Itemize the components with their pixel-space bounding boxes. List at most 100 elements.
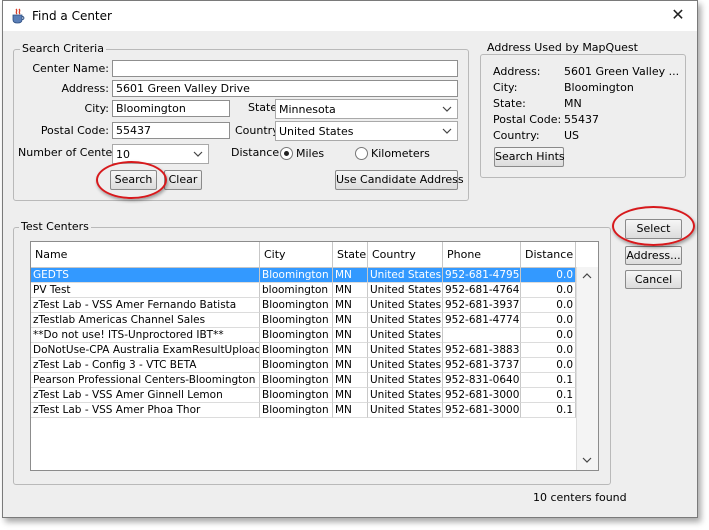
cell-name: Pearson Professional Centers-Bloomington…	[31, 373, 260, 388]
table-row[interactable]: **Do not use! ITS-Unproctored IBT** Bloom…	[31, 328, 576, 343]
cell-phone: 952-681-3000	[443, 403, 521, 418]
cell-country: United States	[368, 358, 443, 373]
cell-city: Bloomington	[260, 388, 333, 403]
cell-phone	[443, 328, 521, 343]
cancel-button[interactable]: Cancel	[625, 270, 682, 289]
cell-country: United States	[368, 298, 443, 313]
miles-radio[interactable]	[280, 147, 293, 160]
cell-phone: 952-681-3000	[443, 388, 521, 403]
cell-distance: 0.0	[521, 343, 576, 358]
search-highlight-circle	[96, 161, 167, 199]
mq-city-label: City:	[493, 81, 518, 94]
column-header-phone[interactable]: Phone	[443, 242, 521, 267]
search-hints-button[interactable]: Search Hints	[494, 147, 565, 167]
column-header-distance[interactable]: Distance	[521, 242, 576, 267]
title-bar: Find a Center ✕	[3, 1, 697, 31]
cell-city: Bloomington	[260, 343, 333, 358]
cell-distance: 0.0	[521, 283, 576, 298]
chevron-down-icon	[442, 128, 452, 134]
mq-country-label: Country:	[493, 129, 540, 142]
clear-button[interactable]: Clear	[164, 170, 202, 190]
mq-state-value: MN	[564, 97, 582, 110]
address-label: Address:	[61, 82, 109, 95]
state-value: Minnesota	[279, 103, 336, 116]
cell-phone: 952-681-4795	[443, 268, 521, 283]
scroll-up-arrow-icon[interactable]	[582, 272, 592, 280]
address-input[interactable]: 5601 Green Valley Drive	[112, 80, 458, 97]
cell-country: United States	[368, 283, 443, 298]
column-header-city[interactable]: City	[260, 242, 333, 267]
cell-name: zTest Lab - VSS Amer Fernando Batista	[31, 298, 260, 313]
kilometers-radio[interactable]	[355, 147, 368, 160]
table-row[interactable]: Pearson Professional Centers-Bloomington…	[31, 373, 576, 388]
cell-country: United States	[368, 388, 443, 403]
cell-state: MN	[333, 283, 368, 298]
city-input[interactable]: Bloomington	[112, 100, 230, 117]
table-row[interactable]: DoNotUse-CPA Australia ExamResultUpload B…	[31, 343, 576, 358]
cell-distance: 0.1	[521, 373, 576, 388]
mq-address-label: Address:	[493, 65, 541, 78]
column-header-country[interactable]: Country	[368, 242, 443, 267]
center-name-label: Center Name:	[32, 62, 109, 75]
city-label: City:	[84, 102, 109, 115]
cell-name: GEDTS	[31, 268, 260, 283]
window-title: Find a Center	[32, 9, 112, 23]
mq-postal-value: 55437	[564, 113, 599, 126]
cell-phone: 952-681-4774	[443, 313, 521, 328]
vertical-scrollbar[interactable]	[576, 267, 598, 470]
cell-state: MN	[333, 388, 368, 403]
cell-city: Bloomington	[260, 313, 333, 328]
column-header-name[interactable]: Name	[31, 242, 260, 267]
cell-state: MN	[333, 403, 368, 418]
use-candidate-address-button[interactable]: Use Candidate Address	[335, 170, 464, 190]
cell-country: United States	[368, 403, 443, 418]
table-row[interactable]: PV Test bloomington MN United States 952-681…	[31, 283, 576, 298]
address-button[interactable]: Address...	[625, 246, 682, 265]
cell-city: Bloomington	[260, 328, 333, 343]
cell-distance: 0.0	[521, 358, 576, 373]
cell-city: Bloomington	[260, 298, 333, 313]
table-row[interactable]: zTest Lab - VSS Amer Ginnell Lemon Bloomi…	[31, 388, 576, 403]
close-icon[interactable]: ✕	[667, 5, 689, 25]
cell-state: MN	[333, 313, 368, 328]
cell-distance: 0.1	[521, 388, 576, 403]
postal-code-input[interactable]: 55437	[112, 122, 230, 139]
state-select[interactable]: Minnesota	[275, 99, 458, 119]
chevron-down-icon	[193, 151, 203, 157]
cell-name: DoNotUse-CPA Australia ExamResultUpload	[31, 343, 260, 358]
cell-country: United States	[368, 313, 443, 328]
mq-country-value: US	[564, 129, 580, 142]
chevron-down-icon	[442, 106, 452, 112]
table-row[interactable]: zTest Lab - VSS Amer Fernando Batista Blo…	[31, 298, 576, 313]
table-row[interactable]: zTest Lab - Config 3 - VTC BETA Bloomingt…	[31, 358, 576, 373]
scroll-down-arrow-icon[interactable]	[582, 456, 592, 464]
table-header: Name City State Country Phone Distance	[31, 242, 576, 268]
cell-state: MN	[333, 343, 368, 358]
cell-state: MN	[333, 328, 368, 343]
test-centers-table[interactable]: Name City State Country Phone Distance G…	[30, 241, 599, 471]
table-row[interactable]: zTest Lab - VSS Amer Phoa Thor Bloomingto…	[31, 403, 576, 418]
country-select[interactable]: United States	[275, 121, 458, 141]
cell-country: United States	[368, 343, 443, 358]
centers-found-status: 10 centers found	[533, 491, 627, 504]
number-of-centers-value: 10	[116, 148, 130, 161]
search-criteria-legend: Search Criteria	[20, 42, 106, 55]
cell-name: zTest Lab - VSS Amer Ginnell Lemon	[31, 388, 260, 403]
cell-name: zTest Lab - VSS Amer Phoa Thor	[31, 403, 260, 418]
cell-state: MN	[333, 268, 368, 283]
table-row[interactable]: GEDTS Bloomington MN United States 952-681-4…	[31, 268, 576, 283]
cell-phone: 952-681-3883	[443, 343, 521, 358]
mapquest-legend: Address Used by MapQuest	[485, 41, 640, 54]
column-header-state[interactable]: State	[333, 242, 368, 267]
table-row[interactable]: zTestlab Americas Channel Sales Bloomingt…	[31, 313, 576, 328]
postal-code-label: Postal Code:	[40, 124, 109, 137]
cell-name: **Do not use! ITS-Unproctored IBT**	[31, 328, 260, 343]
cell-state: MN	[333, 373, 368, 388]
mq-address-value: 5601 Green Valley ...	[564, 65, 680, 78]
mq-state-label: State:	[493, 97, 526, 110]
cell-state: MN	[333, 298, 368, 313]
cell-phone: 952-681-3937	[443, 298, 521, 313]
center-name-input[interactable]	[112, 60, 458, 77]
cell-phone: 952-681-4764	[443, 283, 521, 298]
cell-country: United States	[368, 268, 443, 283]
